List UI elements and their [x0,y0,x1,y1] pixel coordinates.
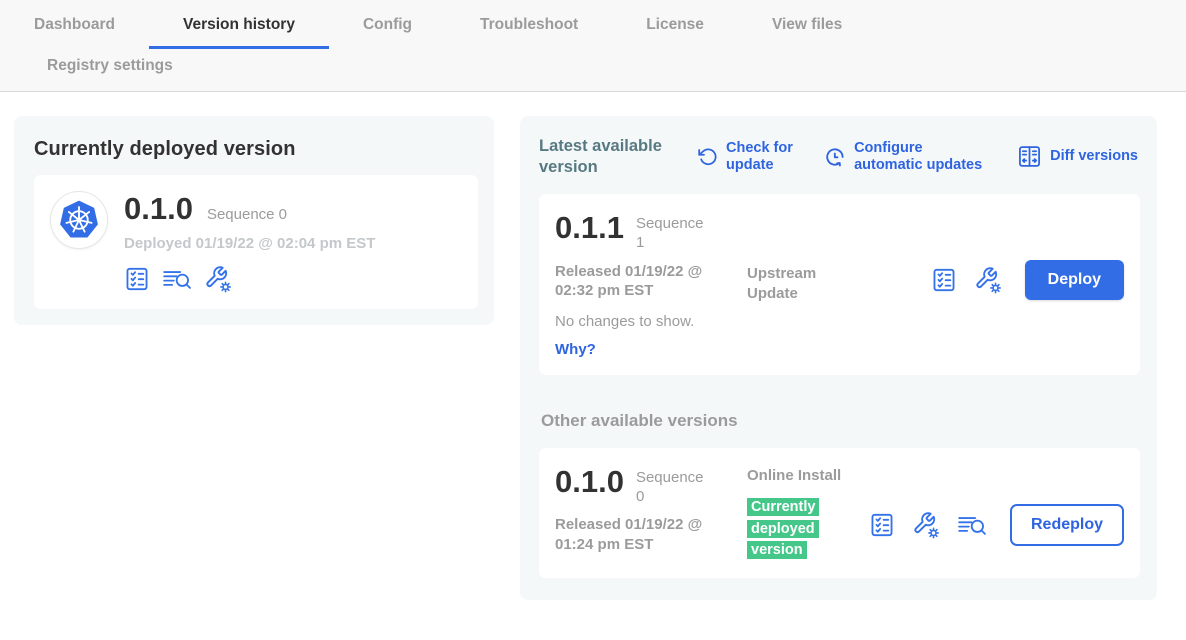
tab-troubleshoot[interactable]: Troubleshoot [446,14,612,49]
redeploy-button[interactable]: Redeploy [1010,504,1124,546]
app-logo [50,191,108,249]
configure-automatic-updates-label: Configure automatic updates [854,140,994,173]
header-actions: Check for update Configure automatic upd… [697,140,1140,173]
other-version-actions: Redeploy [869,504,1124,546]
diff-versions-link[interactable]: Diff versions [1017,144,1138,169]
deployed-version-number: 0.1.0 [124,193,193,226]
deploy-logs-icon [957,512,987,538]
deployed-version-row: 0.1.0 Sequence 0 Deployed 01/19/22 @ 02:… [34,175,478,309]
deployed-sequence-label: Sequence 0 [207,206,287,223]
tab-view-files[interactable]: View files [738,14,876,49]
refresh-icon [697,146,718,167]
latest-available-title: Latest available version [539,136,679,177]
check-for-update-label: Check for update [726,140,801,173]
currently-deployed-card: Currently deployed version 0.1.0 Sequenc… [14,116,494,325]
other-version-source: Online Install [747,466,847,486]
why-link[interactable]: Why? [555,341,596,358]
no-changes-text: No changes to show. [555,313,747,330]
latest-available-card: Latest available version Check for updat… [520,116,1157,600]
latest-sequence-label: Sequence 1 [636,212,708,253]
edit-config-button[interactable] [912,511,940,539]
preflight-checks-icon [869,512,895,538]
deploy-logs-icon [162,266,192,292]
tab-dashboard[interactable]: Dashboard [0,14,149,49]
latest-version-info: 0.1.1 Sequence 1 Released 01/19/22 @ 02:… [555,212,747,359]
deploy-logs-button[interactable] [162,266,192,292]
secondary-nav: Registry settings [0,49,1186,91]
preflight-checks-button[interactable] [869,512,895,538]
configure-automatic-updates-link[interactable]: Configure automatic updates [824,140,994,173]
preflight-checks-icon [124,266,150,292]
deploy-button[interactable]: Deploy [1025,260,1124,300]
kubernetes-logo-icon [56,197,102,243]
other-sequence-label: Sequence 0 [636,466,708,507]
tab-version-history[interactable]: Version history [149,14,329,49]
edit-config-icon [974,266,1002,294]
diff-icon [1017,144,1042,169]
auto-update-schedule-icon [824,146,846,168]
deploy-logs-button[interactable] [957,512,987,538]
main-content: Currently deployed version 0.1.0 Sequenc… [0,92,1186,600]
preflight-checks-button[interactable] [124,266,150,292]
edit-config-icon [204,265,232,293]
deployed-version-info: 0.1.0 Sequence 0 Deployed 01/19/22 @ 02:… [124,191,375,293]
currently-deployed-title: Currently deployed version [34,138,478,161]
edit-config-icon [912,511,940,539]
other-version-row: 0.1.0 Sequence 0 Released 01/19/22 @ 01:… [539,448,1140,578]
tab-config[interactable]: Config [329,14,446,49]
primary-nav: Dashboard Version history Config Trouble… [0,14,1186,49]
latest-version-number: 0.1.1 [555,212,624,245]
other-version-number: 0.1.0 [555,466,624,499]
diff-versions-label: Diff versions [1050,148,1138,165]
tab-license[interactable]: License [612,14,738,49]
deployed-timestamp: Deployed 01/19/22 @ 02:04 pm EST [124,235,375,252]
latest-version-actions: Deploy [931,260,1124,300]
check-for-update-link[interactable]: Check for update [697,140,801,173]
latest-released-timestamp: Released 01/19/22 @ 02:32 pm EST [555,262,740,301]
other-version-info: 0.1.0 Sequence 0 Released 01/19/22 @ 01:… [555,466,747,555]
latest-version-source: Upstream Update [747,264,847,303]
other-released-timestamp: Released 01/19/22 @ 01:24 pm EST [555,515,740,554]
app-header: Dashboard Version history Config Trouble… [0,0,1186,92]
tab-registry-settings[interactable]: Registry settings [13,57,207,77]
other-versions-heading: Other available versions [541,411,1140,431]
edit-config-button[interactable] [204,265,232,293]
preflight-checks-button[interactable] [931,267,957,293]
preflight-checks-icon [931,267,957,293]
latest-available-header: Latest available version Check for updat… [539,136,1140,177]
edit-config-button[interactable] [974,266,1002,294]
currently-deployed-badge: Currently deployed version [747,498,819,559]
latest-version-row: 0.1.1 Sequence 1 Released 01/19/22 @ 02:… [539,194,1140,375]
deployed-action-icons [124,265,375,293]
other-version-source-col: Online Install Currently deployed versio… [747,466,847,562]
